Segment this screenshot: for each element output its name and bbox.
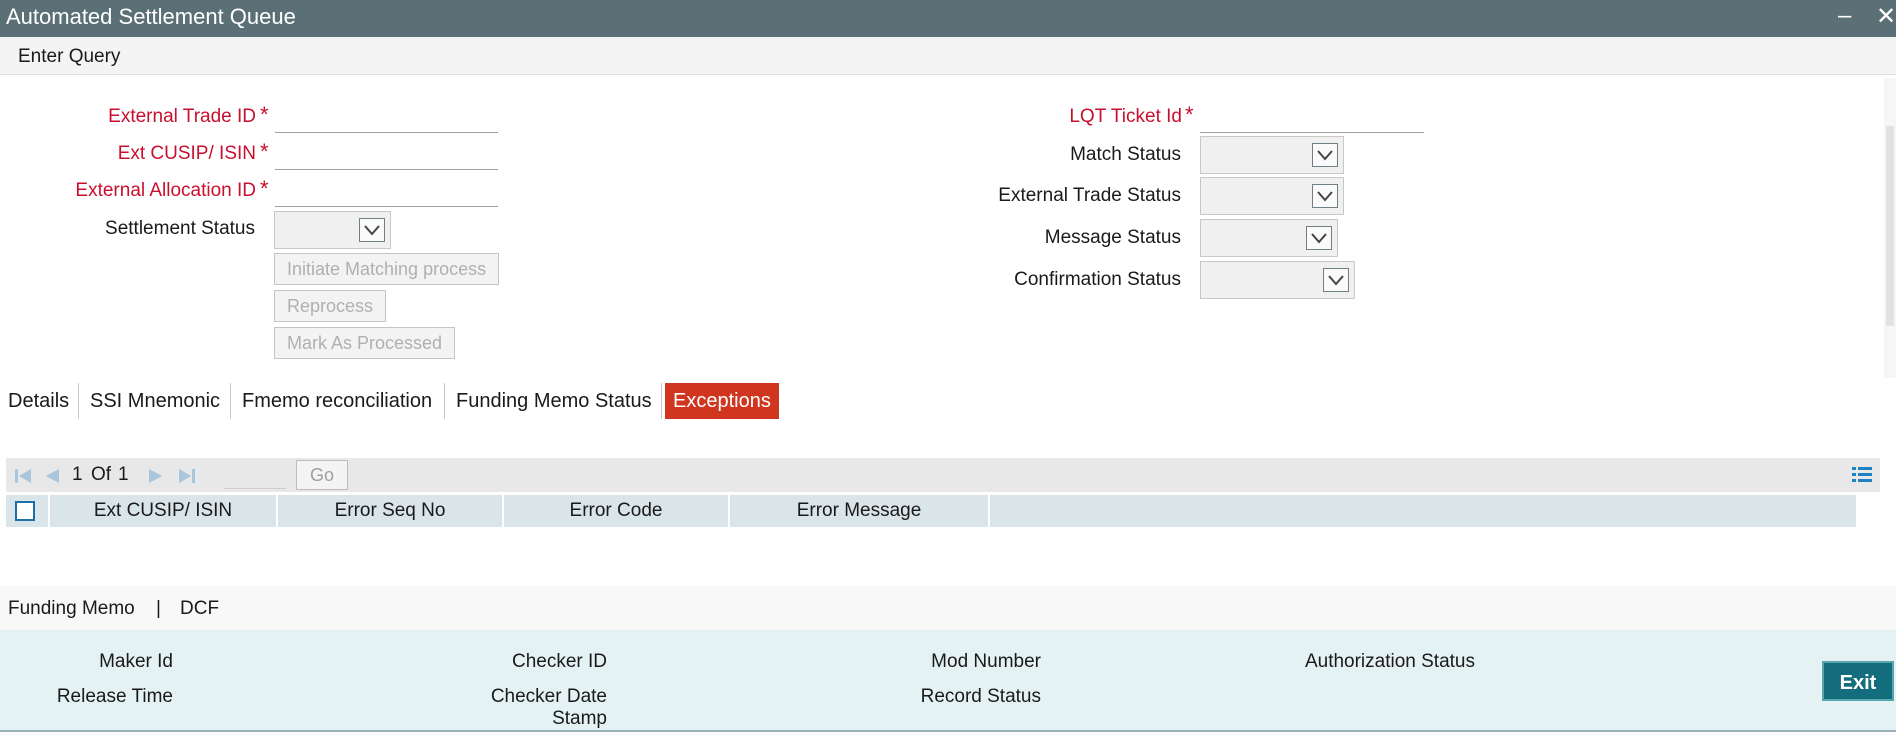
lqt-ticket-id-label: LQT Ticket Id: [1069, 106, 1182, 127]
authorization-status-label: Authorization Status: [1304, 651, 1475, 672]
checker-id-label: Checker ID: [511, 651, 607, 672]
menu-bar: Enter Query: [0, 37, 1896, 75]
column-error-seq-no[interactable]: Error Seq No: [278, 495, 504, 527]
chevron-down-icon: [1306, 226, 1332, 250]
chevron-down-icon: [1312, 184, 1338, 208]
settlement-status-label: Settlement Status: [105, 218, 255, 239]
message-status-select[interactable]: [1200, 219, 1338, 257]
tab-divider: [78, 383, 79, 419]
tab-divider: [230, 383, 231, 419]
required-marker: *: [1185, 102, 1194, 127]
select-all-cell: [6, 495, 50, 527]
required-marker: *: [260, 102, 269, 127]
settlement-status-select[interactable]: [274, 211, 391, 249]
match-status-select[interactable]: [1200, 136, 1344, 174]
chevron-down-icon: [1323, 268, 1349, 292]
tab-divider: [661, 383, 662, 419]
external-trade-id-label: External Trade ID: [108, 106, 256, 127]
column-ext-cusip-isin[interactable]: Ext CUSIP/ ISIN: [50, 495, 278, 527]
reprocess-button[interactable]: Reprocess: [274, 290, 387, 322]
tab-funding-memo-status[interactable]: Funding Memo Status: [448, 383, 660, 419]
link-separator: |: [156, 598, 161, 619]
confirmation-status-select[interactable]: [1200, 261, 1355, 299]
chevron-down-icon: [1312, 143, 1338, 167]
column-list-icon[interactable]: [1852, 466, 1872, 490]
mark-as-processed-button[interactable]: Mark As Processed: [274, 327, 456, 359]
tab-fmemo-reconciliation[interactable]: Fmemo reconciliation: [234, 383, 440, 419]
lqt-ticket-id-input[interactable]: [1200, 104, 1424, 133]
release-time-label: Release Time: [56, 686, 173, 707]
minimize-icon[interactable]: –: [1838, 2, 1851, 30]
column-error-code[interactable]: Error Code: [504, 495, 730, 527]
external-allocation-id-input[interactable]: [275, 178, 498, 207]
initiate-matching-button[interactable]: Initiate Matching process: [274, 253, 500, 285]
next-page-icon[interactable]: [148, 467, 164, 490]
mod-number-label: Mod Number: [931, 651, 1041, 672]
audit-footer: Maker Id Release Time Checker ID Checker…: [0, 630, 1896, 732]
last-page-icon[interactable]: [178, 467, 196, 490]
window-title: Automated Settlement Queue: [6, 4, 296, 29]
total-pages: 1: [118, 464, 129, 485]
record-status-label: Record Status: [920, 686, 1041, 707]
column-error-message[interactable]: Error Message: [730, 495, 990, 527]
ext-cusip-isin-input[interactable]: [275, 141, 498, 170]
checker-date-stamp-label-line2: Stamp: [552, 708, 607, 729]
enter-query-button[interactable]: Enter Query: [18, 46, 120, 68]
previous-page-icon[interactable]: [44, 467, 60, 490]
external-trade-id-input[interactable]: [275, 104, 498, 133]
select-all-checkbox[interactable]: [15, 501, 35, 521]
current-page: 1: [72, 464, 83, 485]
tab-ssi-mnemonic[interactable]: SSI Mnemonic: [82, 383, 228, 419]
required-marker: *: [260, 139, 269, 164]
window-titlebar: Automated Settlement Queue – ✕: [0, 0, 1896, 37]
first-page-icon[interactable]: [14, 467, 32, 490]
funding-memo-link[interactable]: Funding Memo: [8, 598, 135, 620]
grid-pager: 1 Of 1 Go: [6, 458, 1880, 492]
dcf-link[interactable]: DCF: [180, 598, 219, 620]
go-button[interactable]: Go: [296, 460, 348, 490]
tab-details[interactable]: Details: [0, 383, 77, 419]
message-status-label: Message Status: [1044, 227, 1181, 248]
exit-button[interactable]: Exit: [1822, 661, 1894, 701]
chevron-down-icon: [359, 218, 385, 242]
maker-id-label: Maker Id: [99, 651, 173, 672]
external-trade-status-label: External Trade Status: [998, 185, 1181, 206]
required-marker: *: [260, 176, 269, 201]
match-status-label: Match Status: [1070, 144, 1181, 165]
checker-date-stamp-label: Checker Date: [490, 686, 607, 707]
scrollbar-thumb[interactable]: [1886, 126, 1894, 326]
exceptions-grid-header: Ext CUSIP/ ISIN Error Seq No Error Code …: [6, 495, 1856, 527]
ext-cusip-isin-label: Ext CUSIP/ ISIN: [117, 143, 256, 164]
page-number-input[interactable]: [224, 462, 286, 489]
close-icon[interactable]: ✕: [1876, 2, 1896, 31]
confirmation-status-label: Confirmation Status: [1014, 269, 1181, 290]
tab-divider: [444, 383, 445, 419]
page-of-label: Of: [91, 464, 112, 485]
vertical-scrollbar[interactable]: [1884, 78, 1896, 378]
external-trade-status-select[interactable]: [1200, 177, 1344, 215]
external-allocation-id-label: External Allocation ID: [75, 180, 256, 201]
tab-exceptions[interactable]: Exceptions: [665, 383, 779, 419]
subscreen-links: Funding Memo | DCF: [0, 586, 1896, 630]
